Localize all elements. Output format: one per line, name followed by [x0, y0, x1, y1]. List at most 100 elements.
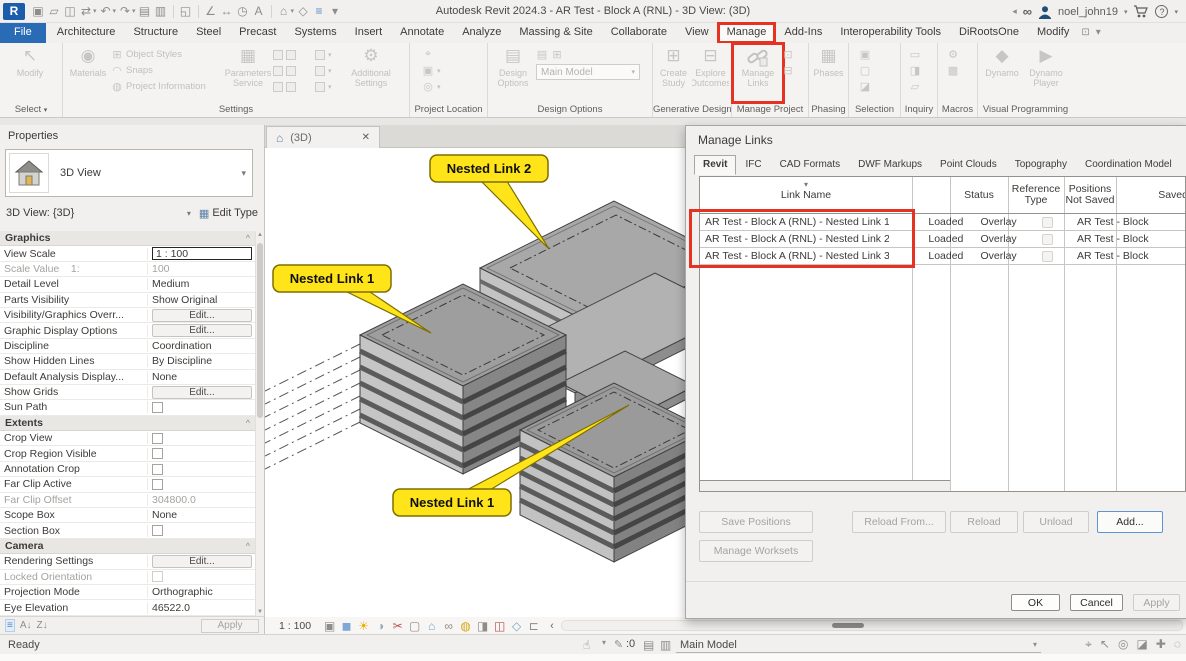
dialog-tab-dwf-markups[interactable]: DWF Markups — [849, 155, 931, 175]
modify-corner-icon[interactable]: ◱ — [178, 2, 194, 20]
drag-elements-on-selection-icon[interactable]: ✚ — [1156, 637, 1166, 652]
edit-button[interactable]: Edit... — [152, 555, 252, 568]
shadows-icon[interactable]: ◑ — [372, 619, 389, 633]
settings-misc-icon[interactable] — [273, 82, 283, 92]
ribbon-tab-structure[interactable]: Structure — [124, 23, 187, 43]
coordinates-icon[interactable]: ▣ — [422, 64, 434, 77]
user-avatar-icon[interactable] — [1038, 5, 1052, 19]
column-header-status[interactable]: Status — [950, 190, 1008, 201]
property-checkbox[interactable] — [152, 448, 163, 459]
ribbon-tab-file[interactable]: File — [0, 23, 46, 43]
scrollbar-thumb[interactable] — [257, 243, 263, 418]
save-selection-icon[interactable]: ▣ — [859, 48, 871, 61]
ribbon-tab-collaborate[interactable]: Collaborate — [602, 23, 676, 43]
default-3d-view-caret-icon[interactable]: ▾ — [291, 7, 295, 15]
ok-button[interactable]: OK — [1011, 594, 1060, 611]
help-caret-icon[interactable]: ▾ — [1174, 8, 1178, 16]
purge-icon[interactable] — [315, 50, 325, 60]
materials-button[interactable]: ◉ Materials — [65, 45, 111, 101]
section-icon[interactable]: ◇ — [295, 2, 311, 20]
property-checkbox[interactable] — [152, 525, 163, 536]
pick-to-edit-icon[interactable]: ⊞ — [551, 48, 563, 61]
settings-misc-icon[interactable] — [273, 66, 283, 76]
select-by-id-icon[interactable]: ◨ — [909, 64, 921, 77]
text-icon[interactable]: A — [251, 2, 267, 20]
design-options-dialog-icon[interactable]: ▥ — [660, 638, 671, 652]
callout-nested-link-2[interactable]: Nested Link 2 — [430, 155, 549, 249]
ribbon-tab-interoperability-tools[interactable]: Interoperability Tools — [831, 23, 950, 43]
aligned-dimension-icon[interactable]: ↔ — [219, 2, 235, 20]
ribbon-tab-insert[interactable]: Insert — [346, 23, 392, 43]
worksets-dialog-icon[interactable]: ▤ — [643, 638, 654, 652]
property-checkbox[interactable] — [152, 464, 163, 475]
positions-not-saved-checkbox[interactable] — [1042, 251, 1053, 262]
warnings-icon[interactable]: ▱ — [909, 80, 921, 93]
ribbon-tab-annotate[interactable]: Annotate — [391, 23, 453, 43]
instance-selector[interactable]: 3D View: {3D} — [6, 207, 187, 219]
create-study-button[interactable]: ⊞ Create Study — [655, 45, 692, 101]
element-ids-icon[interactable]: ▭ — [909, 48, 921, 61]
app-store-cart-icon[interactable] — [1133, 5, 1149, 18]
settings-misc-icon[interactable] — [273, 50, 283, 60]
collapse-icon[interactable]: ^ — [246, 233, 250, 243]
sync-with-central-caret-icon[interactable]: ▾ — [93, 7, 97, 15]
ribbon-tab-steel[interactable]: Steel — [187, 23, 230, 43]
horizontal-scrollbar-thumb[interactable] — [832, 623, 864, 628]
dynamo-player-button[interactable]: ▶ Dynamo Player — [1024, 45, 1068, 101]
print-icon[interactable]: ▤ — [137, 2, 153, 20]
ribbon-tab-systems[interactable]: Systems — [285, 23, 345, 43]
link-row-2[interactable]: AR Test - Block A (RNL) - Nested Link 2.… — [700, 231, 1186, 248]
property-checkbox[interactable] — [152, 402, 163, 413]
ribbon-tab-precast[interactable]: Precast — [230, 23, 285, 43]
worksets-icon[interactable]: ✎ — [614, 638, 623, 651]
save-icon[interactable]: ◫ — [62, 2, 78, 20]
apply-button-dialog[interactable]: Apply — [1133, 594, 1180, 611]
manage-worksets-button[interactable]: Manage Worksets — [699, 540, 813, 562]
filter-icon[interactable]: ◌ — [1174, 637, 1181, 652]
select-links-icon[interactable]: ⌖ — [1085, 637, 1092, 652]
dialog-tab-pdf[interactable]: PDF — [1181, 155, 1186, 175]
ribbon-tab-dirootsone[interactable]: DiRootsOne — [950, 23, 1028, 43]
customize-quick-access-icon[interactable]: ▾ — [327, 2, 343, 20]
settings-misc-icon[interactable] — [286, 66, 296, 76]
scrollbar-left-arrow-icon[interactable]: ‹ — [550, 620, 554, 632]
column-header-saved-path[interactable]: Saved Pa — [1116, 190, 1186, 201]
view-scale-button[interactable]: 1 : 100 — [279, 620, 311, 632]
property-section-graphics[interactable]: Graphics^ — [0, 231, 256, 246]
ribbon-tab-modify[interactable]: Modify — [1028, 23, 1078, 43]
sync-with-central-icon[interactable]: ⇄ — [78, 2, 94, 20]
dialog-tab-point-clouds[interactable]: Point Clouds — [931, 155, 1006, 175]
select-pinned-elements-icon[interactable]: ◎ — [1118, 637, 1128, 652]
horizontal-scrollbar[interactable] — [561, 620, 1183, 631]
add-button[interactable]: Add... — [1097, 511, 1163, 533]
macro-security-icon[interactable]: ▩ — [947, 64, 959, 77]
default-3d-view-icon[interactable]: ⌂ — [276, 2, 292, 20]
edit-button[interactable]: Edit... — [152, 324, 252, 337]
edit-selection-icon[interactable]: ◪ — [859, 80, 871, 93]
reload-from-button[interactable]: Reload From... — [852, 511, 946, 533]
phases-button[interactable]: ▦ Phases — [811, 45, 846, 101]
ribbon-tab-architecture[interactable]: Architecture — [48, 23, 125, 43]
visual-style-icon[interactable]: ◼ — [338, 619, 355, 633]
reload-button[interactable]: Reload — [950, 511, 1018, 533]
ribbon-tab-analyze[interactable]: Analyze — [453, 23, 510, 43]
main-model-dropdown[interactable]: Main Model▾ — [536, 64, 640, 80]
unload-button[interactable]: Unload — [1023, 511, 1089, 533]
reveal-constraints-icon[interactable]: ⊏ — [525, 619, 542, 633]
crop-region-visible-icon[interactable]: ▢ — [406, 619, 423, 633]
select-underlay-elements-icon[interactable]: ↖ — [1100, 637, 1110, 652]
units-icon[interactable] — [315, 66, 325, 76]
properties-scrollbar[interactable]: ▲ ▼ — [255, 231, 264, 616]
sun-path-icon[interactable]: ☀ — [355, 619, 372, 633]
type-selector-caret-icon[interactable]: ▾ — [241, 168, 246, 179]
load-selection-icon[interactable]: ▢ — [859, 64, 871, 77]
collapse-icon[interactable]: ^ — [246, 418, 250, 428]
scroll-up-icon[interactable]: ▲ — [256, 232, 264, 238]
dynamo-button[interactable]: ◆ Dynamo — [980, 45, 1024, 101]
back-icon[interactable]: ◂ — [1012, 6, 1017, 17]
location-icon[interactable]: ⌖ — [422, 48, 434, 61]
dialog-tab-coordination-model[interactable]: Coordination Model — [1076, 155, 1181, 175]
dialog-tab-cad-formats[interactable]: CAD Formats — [771, 155, 850, 175]
macro-manager-icon[interactable]: ⚙ — [947, 48, 959, 61]
column-header-positions-not-saved[interactable]: Positions Not Saved — [1064, 184, 1116, 206]
